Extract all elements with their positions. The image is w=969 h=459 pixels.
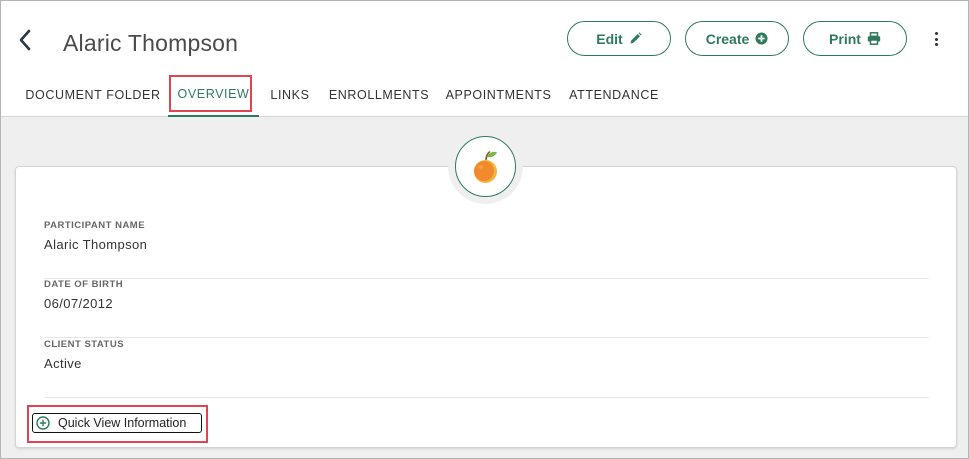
print-button[interactable]: Print bbox=[803, 21, 907, 56]
printer-icon bbox=[867, 32, 881, 45]
tab-attendance[interactable]: ATTENDANCE bbox=[563, 73, 665, 117]
app-frame: Alaric Thompson Edit Create Print DOCUME… bbox=[0, 0, 969, 459]
field-label: CLIENT STATUS bbox=[44, 339, 125, 350]
field-label: DATE OF BIRTH bbox=[44, 279, 124, 290]
field-value: Alaric Thompson bbox=[44, 237, 148, 252]
orange-fruit-icon bbox=[473, 150, 497, 183]
create-button[interactable]: Create bbox=[685, 21, 789, 56]
field-label: PARTICIPANT NAME bbox=[44, 220, 146, 231]
tab-document-folder[interactable]: DOCUMENT FOLDER bbox=[19, 73, 167, 117]
kebab-dot bbox=[934, 43, 938, 46]
more-options-button[interactable] bbox=[927, 28, 945, 50]
tab-links[interactable]: LINKS bbox=[263, 73, 317, 117]
tab-bar: DOCUMENT FOLDER OVERVIEW LINKS ENROLLMEN… bbox=[1, 73, 968, 117]
quick-view-information-button[interactable]: Quick View Information bbox=[32, 413, 202, 433]
page-header: Alaric Thompson Edit Create Print DOCUME… bbox=[1, 1, 968, 117]
pencil-icon bbox=[630, 32, 642, 44]
avatar bbox=[455, 136, 516, 197]
page-title: Alaric Thompson bbox=[63, 30, 239, 56]
kebab-menu-icon bbox=[934, 32, 938, 35]
kebab-dot bbox=[934, 37, 938, 41]
tab-enrollments[interactable]: ENROLLMENTS bbox=[323, 73, 435, 117]
field-value: Active bbox=[44, 356, 82, 371]
participant-name-field: PARTICIPANT NAME Alaric Thompson bbox=[44, 220, 929, 279]
date-of-birth-field: DATE OF BIRTH 06/07/2012 bbox=[44, 279, 929, 338]
print-button-label: Print bbox=[829, 30, 861, 47]
client-status-field: CLIENT STATUS Active bbox=[44, 339, 929, 398]
chevron-left-icon bbox=[19, 29, 31, 51]
plus-circle-icon bbox=[755, 32, 768, 45]
back-button[interactable] bbox=[13, 25, 37, 55]
field-value: 06/07/2012 bbox=[44, 296, 114, 311]
create-button-label: Create bbox=[705, 30, 750, 47]
edit-button-label: Edit bbox=[596, 30, 623, 47]
plus-circle-outline-icon bbox=[36, 416, 50, 430]
tab-overview[interactable]: OVERVIEW bbox=[168, 73, 259, 117]
tab-appointments[interactable]: APPOINTMENTS bbox=[441, 73, 556, 117]
quick-view-label: Quick View Information bbox=[58, 416, 187, 430]
edit-button[interactable]: Edit bbox=[567, 21, 671, 56]
